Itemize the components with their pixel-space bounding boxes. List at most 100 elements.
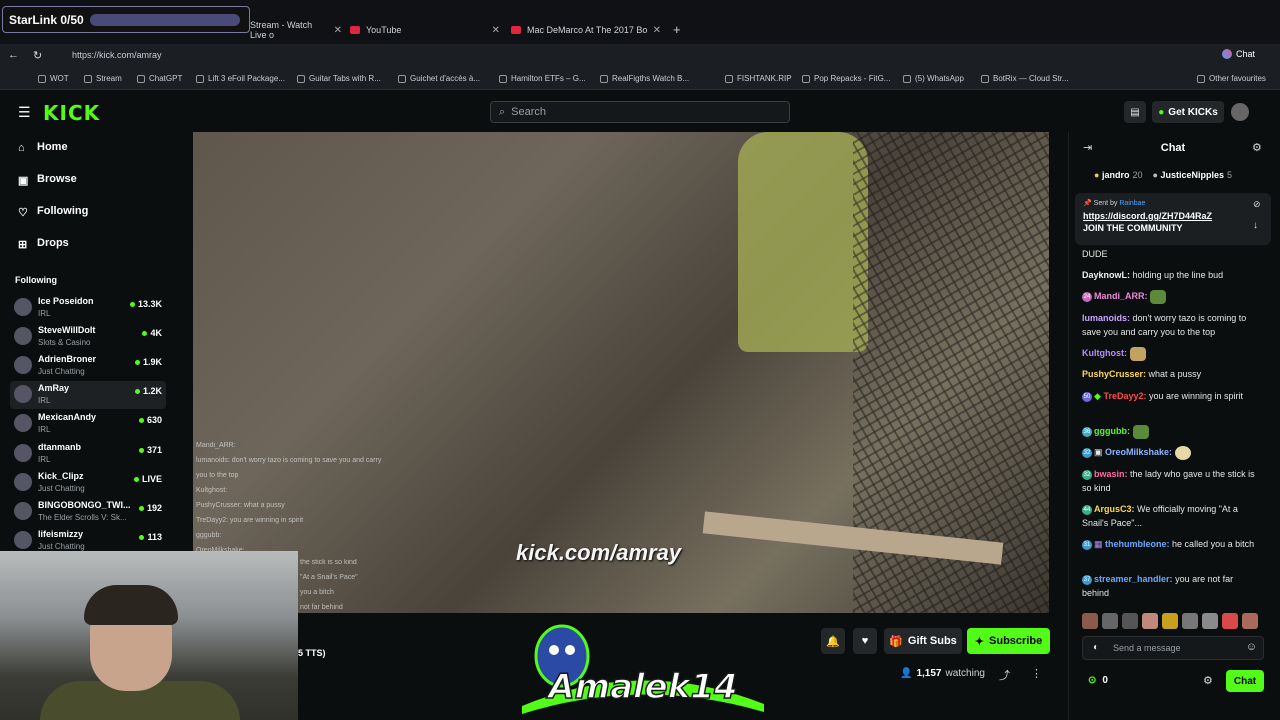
followed-channel[interactable]: Ice Poseidon IRL 13.3K bbox=[10, 294, 166, 322]
emoji-icon[interactable]: ☺ bbox=[1246, 641, 1257, 653]
sidebar-item-drops[interactable]: ⊞ Drops bbox=[18, 237, 69, 251]
emote-icon[interactable] bbox=[1222, 613, 1238, 629]
bookmark[interactable]: FISHTANK.RIP bbox=[725, 74, 792, 83]
back-icon[interactable]: ← bbox=[8, 49, 19, 61]
chat-message: 44 ArgusC3: We officially moving "At a Sn… bbox=[1082, 502, 1262, 530]
followed-channel[interactable]: BINGOBONGO_TWI... The Elder Scrolls V: Sk… bbox=[10, 498, 166, 526]
chat-username[interactable]: Kultghost: bbox=[1082, 348, 1127, 358]
chat-message: lumanoids: don't worry tazo is coming to… bbox=[1082, 311, 1262, 339]
followed-channel[interactable]: SteveWillDoIt Slots & Casino 4K bbox=[10, 323, 166, 351]
chat-settings-icon[interactable]: ⚙ bbox=[1252, 141, 1262, 154]
chat-username[interactable]: DayknowL: bbox=[1082, 270, 1130, 280]
sidebar-item-home[interactable]: ⌂ Home bbox=[18, 141, 68, 154]
avatar[interactable] bbox=[1231, 103, 1249, 121]
more-options-icon[interactable]: ⋮ bbox=[1031, 667, 1042, 680]
emote-icon[interactable] bbox=[1122, 613, 1138, 629]
share-icon[interactable]: ⤴ bbox=[999, 667, 1010, 683]
search-input[interactable]: ⌕ Search bbox=[490, 101, 790, 123]
followed-channel[interactable]: AdrienBroner Just Chatting 1.9K bbox=[10, 352, 166, 380]
chat-username[interactable]: ArgusC3: bbox=[1094, 504, 1135, 514]
bookmark[interactable]: RealFigths Watch B... bbox=[600, 74, 689, 83]
chat-identity-icon[interactable]: ◐ bbox=[1093, 642, 1099, 653]
hide-pin-icon[interactable]: ⊘ bbox=[1253, 199, 1261, 210]
notification-bell-button[interactable]: 🔔 bbox=[821, 628, 845, 654]
pinned-link[interactable]: https://discord.gg/ZH7D44RaZ bbox=[1083, 211, 1263, 221]
close-icon[interactable]: ✕ bbox=[492, 25, 500, 36]
url-field[interactable]: https://kick.com/amray bbox=[72, 50, 162, 60]
get-kicks-label: Get KICKs bbox=[1168, 106, 1218, 118]
follow-button[interactable]: ♥ bbox=[853, 628, 877, 654]
bookmark[interactable]: Lift 3 eFoil Package... bbox=[196, 74, 285, 83]
chat-message-input[interactable]: ◐ Send a message ☺ bbox=[1082, 636, 1264, 660]
sidebar-item-following[interactable]: ♡ Following bbox=[18, 205, 88, 219]
gift-leaderboard: ● jandro 20 ● JusticeNipples 5 bbox=[1094, 170, 1232, 180]
channel-category: Just Chatting bbox=[38, 542, 85, 551]
bookmark[interactable]: Guitar Tabs with R... bbox=[297, 74, 381, 83]
chat-username[interactable]: PushyCrusser: bbox=[1082, 369, 1146, 379]
emote-icon[interactable] bbox=[1142, 613, 1158, 629]
bookmark[interactable]: BotRix — Cloud Str... bbox=[981, 74, 1069, 83]
tab-mac-demarco[interactable]: Mac DeMarco At The 2017 Boston ✕ bbox=[511, 20, 661, 40]
emote-icon bbox=[1150, 289, 1167, 304]
followed-channel[interactable]: MexicanAndy IRL 630 bbox=[10, 410, 166, 438]
leader-name: JusticeNipples bbox=[1160, 170, 1224, 180]
youtube-icon bbox=[350, 26, 360, 34]
expand-pin-icon[interactable]: ↓ bbox=[1253, 220, 1258, 231]
emote-icon[interactable] bbox=[1182, 613, 1198, 629]
bookmark[interactable]: Stream bbox=[84, 74, 122, 83]
send-chat-button[interactable]: Chat bbox=[1226, 670, 1264, 692]
chat-username[interactable]: OreoMilkshake: bbox=[1105, 447, 1172, 457]
emote-icon[interactable] bbox=[1202, 613, 1218, 629]
emote-icon[interactable] bbox=[1162, 613, 1178, 629]
gift-subs-button[interactable]: 🎁 Gift Subs bbox=[884, 628, 962, 654]
channel-points[interactable]: ⊙ 0 bbox=[1088, 675, 1108, 686]
subscribe-label: Subscribe bbox=[989, 635, 1043, 647]
close-icon[interactable]: ✕ bbox=[653, 25, 661, 36]
get-kicks-button[interactable]: ● Get KICKs bbox=[1152, 101, 1224, 123]
chat-username[interactable]: lumanoids: bbox=[1082, 313, 1130, 323]
refresh-icon[interactable]: ↻ bbox=[33, 49, 42, 62]
sidebar-item-browse[interactable]: ▣ Browse bbox=[18, 173, 77, 187]
chat-username[interactable]: streamer_handler: bbox=[1094, 574, 1173, 584]
emote-icon[interactable] bbox=[1242, 613, 1258, 629]
copilot-chat-button[interactable]: Chat bbox=[1222, 49, 1255, 59]
tab-youtube[interactable]: YouTube ✕ bbox=[350, 20, 500, 40]
close-icon[interactable]: ✕ bbox=[334, 25, 342, 36]
points-count: 0 bbox=[1102, 675, 1108, 686]
collapse-chat-icon[interactable]: ⇥ bbox=[1083, 141, 1092, 154]
bookmark[interactable]: WOT bbox=[38, 74, 69, 83]
emote-icon[interactable] bbox=[1102, 613, 1118, 629]
chat-username[interactable]: bwasin: bbox=[1094, 469, 1128, 479]
bookmark[interactable]: (5) WhatsApp bbox=[903, 74, 964, 83]
tab-stream[interactable]: Stream - Watch Live o ✕ bbox=[250, 20, 342, 40]
sub-badge-icon: 44 bbox=[1082, 504, 1092, 515]
webcam-overlay bbox=[0, 551, 298, 720]
chat-username[interactable]: Mandi_ARR: bbox=[1094, 291, 1148, 301]
message-text: you are winning in spirit bbox=[1148, 391, 1244, 401]
followed-channel[interactable]: dtanmanb IRL 371 bbox=[10, 440, 166, 468]
settings-icon[interactable]: ⚙ bbox=[1203, 674, 1213, 687]
webcam-person-hair bbox=[84, 585, 178, 625]
site-icon bbox=[297, 74, 305, 83]
subscribe-button[interactable]: ✦ Subscribe bbox=[967, 628, 1050, 654]
followed-channel[interactable]: Kick_Clipz Just Chatting LIVE bbox=[10, 469, 166, 497]
new-tab-icon[interactable]: + bbox=[673, 22, 681, 37]
followed-channel-active[interactable]: AmRay IRL 1.2K bbox=[10, 381, 166, 409]
chat-username[interactable]: thehumbleone: bbox=[1105, 539, 1170, 549]
theatre-mode-button[interactable]: ▤ bbox=[1124, 101, 1146, 123]
bookmark-label: FISHTANK.RIP bbox=[737, 74, 792, 83]
kick-logo[interactable]: KICK bbox=[43, 101, 100, 125]
site-icon bbox=[725, 74, 733, 83]
message-text: he called you a bitch bbox=[1172, 539, 1255, 549]
channel-name: AmRay bbox=[38, 383, 70, 393]
chat-username[interactable]: gggubb: bbox=[1094, 426, 1130, 436]
bookmark[interactable]: Guichet d'accès à... bbox=[398, 74, 480, 83]
menu-icon[interactable]: ☰ bbox=[18, 104, 31, 121]
whatsapp-icon bbox=[903, 74, 911, 83]
chat-username[interactable]: TreDayy2: bbox=[1103, 391, 1146, 401]
bookmark[interactable]: Pop Repacks - FitG... bbox=[802, 74, 890, 83]
bookmark-other-favourites[interactable]: Other favourites bbox=[1197, 74, 1266, 83]
emote-icon[interactable] bbox=[1082, 613, 1098, 629]
bookmark[interactable]: ChatGPT bbox=[137, 74, 182, 83]
bookmark[interactable]: Hamilton ETFs – G... bbox=[499, 74, 586, 83]
